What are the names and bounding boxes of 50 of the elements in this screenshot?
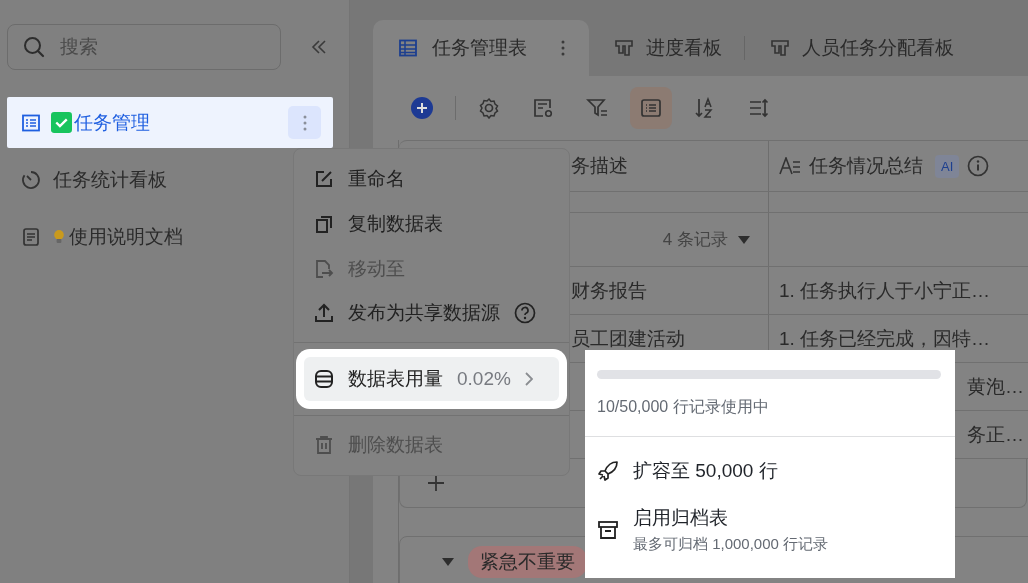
view-tab[interactable]: 任务管理表: [373, 20, 589, 76]
column-header[interactable]: 任务情况总结: [809, 153, 923, 179]
more-icon: [302, 114, 307, 131]
ai-badge: AI: [935, 154, 960, 178]
plus-icon: [426, 473, 446, 493]
copy-icon: [314, 214, 334, 235]
table-icon: [398, 38, 418, 58]
usage-text: 10/50,000 行记录使用中: [597, 397, 770, 417]
more-icon[interactable]: [561, 40, 565, 56]
chevron-right-icon: [524, 372, 533, 387]
menu-item[interactable]: 启用归档表 最多可归档 1,000,000 行记录: [597, 505, 829, 554]
group-tag: 紧急不重要: [468, 546, 587, 578]
sidebar-item[interactable]: 任务管理: [7, 97, 333, 148]
table-icon: [21, 112, 41, 133]
view-tab[interactable]: 人员任务分配看板: [745, 20, 976, 76]
table-cell-text: 黄泡…: [967, 374, 1024, 399]
menu-item[interactable]: 发布为共享数据源: [304, 291, 559, 336]
rocket-icon: [597, 460, 619, 482]
document-icon: [21, 226, 41, 247]
gauge-icon: [21, 169, 41, 190]
table-cell-text: 1. 任务执行人于小宁正…: [779, 278, 991, 303]
trash-icon: [314, 434, 334, 455]
edit-icon: [314, 169, 334, 190]
kanban-icon: [614, 38, 634, 58]
file-export-icon: [314, 258, 334, 279]
table-cell-text: 员工团建活动: [571, 326, 685, 351]
caret-down-icon[interactable]: [738, 235, 750, 244]
caret-down-icon[interactable]: [442, 558, 454, 566]
row-height-icon: [748, 97, 770, 119]
archive-icon: [597, 518, 619, 541]
help-icon[interactable]: [514, 302, 536, 325]
form-settings-icon: [532, 97, 554, 119]
table-cell-text: 财务报告: [571, 278, 647, 303]
info-icon[interactable]: [967, 155, 990, 177]
upload-icon: [314, 303, 334, 324]
list-icon: [640, 97, 662, 119]
database-icon: [314, 369, 334, 390]
text-field-icon: [779, 157, 801, 175]
record-count: 4 条记录: [662, 229, 728, 251]
plus-icon: [411, 97, 433, 119]
settings-icon: [478, 97, 500, 119]
kanban-icon: [770, 38, 790, 58]
view-tab[interactable]: 进度看板: [589, 20, 744, 76]
table-cell-text: 务正…: [967, 422, 1024, 447]
checkmark-icon: [51, 112, 72, 133]
table-cell-text: 1. 任务已经完成，因特…: [779, 326, 991, 351]
search-icon: [22, 35, 46, 59]
menu-item[interactable]: 扩容至 50,000 行: [597, 451, 778, 491]
filter-icon: [586, 97, 608, 119]
list-button[interactable]: [630, 87, 672, 129]
